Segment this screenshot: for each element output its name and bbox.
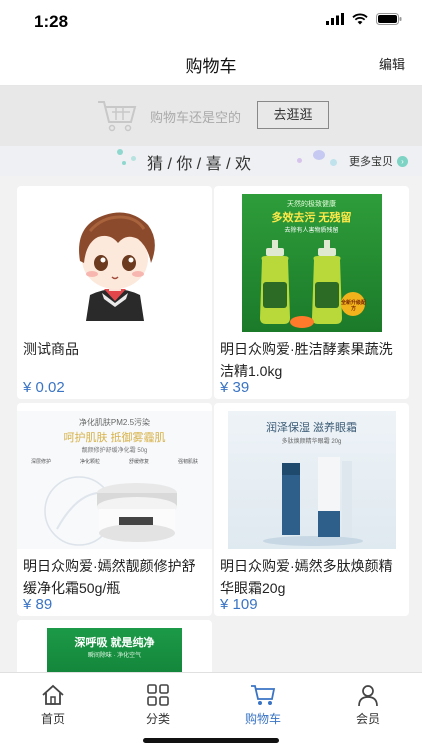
product-card[interactable]: 净化肌肤PM2.5污染 呵护肌肤 抵御雾霾肌 靓颜修护舒缓净化霜 50g 深层修…	[17, 403, 212, 616]
cart-screen: 1:28 购物车 编辑 购物车还是空的 去逛逛 猜 / 你 / 喜 / 欢 更多…	[0, 0, 422, 750]
cart-icon	[251, 685, 276, 705]
tab-category[interactable]: 分类	[123, 683, 193, 727]
decor-dot	[131, 156, 136, 161]
product-card[interactable]: 润泽保湿 滋养眼霜 多肽焕颜精华眼霜 20g 明日众购爱·嫣然多肽焕颜精华眼霜2…	[214, 403, 409, 616]
tab-cart[interactable]: 购物车	[228, 683, 298, 727]
decor-dot	[122, 161, 126, 165]
tab-label: 会员	[355, 712, 380, 726]
product-price: ¥ 39	[220, 379, 250, 396]
product-price: ¥ 0.02	[23, 379, 65, 396]
image-caption: 净化肌肤PM2.5污染	[78, 418, 151, 427]
product-image-eye-cream: 润泽保湿 滋养眼霜 多肽焕颜精华眼霜 20g	[214, 411, 409, 549]
go-shopping-button[interactable]: 去逛逛	[257, 101, 329, 129]
product-name: 明日众购爱·嫣然靓颜修护舒缓净化霜50g/瓶	[23, 558, 196, 596]
product-card[interactable]: 测试商品 ¥ 0.02	[17, 186, 212, 399]
wifi-icon	[352, 13, 368, 25]
product-card[interactable]: 天然的极致健康 多效去污 无残留 去除有人害物质残留 全新升级配方 明日众购爱·…	[214, 186, 409, 399]
product-name: 明日众购爱·嫣然多肽焕颜精华眼霜20g	[220, 558, 393, 596]
signal-icon	[326, 13, 344, 25]
image-tag: 舒缓修复	[128, 459, 149, 465]
battery-icon	[376, 13, 402, 25]
nav-bar: 购物车 编辑	[0, 44, 422, 86]
more-items-link[interactable]: 更多宝贝 ›	[349, 153, 408, 169]
page-title: 购物车	[185, 57, 237, 76]
home-icon	[42, 684, 64, 705]
product-image-green-banner: 深呼吸 就是纯净 瞬间除味 · 净化空气	[17, 628, 212, 672]
product-image-face-cream: 净化肌肤PM2.5污染 呵护肌肤 抵御雾霾肌 靓颜修护舒缓净化霜 50g 深层修…	[17, 411, 212, 549]
image-caption: 深呼吸 就是纯净	[74, 637, 155, 649]
product-price: ¥ 109	[220, 596, 258, 613]
product-image-cartoon-boy	[17, 194, 212, 332]
more-items-label: 更多宝贝	[349, 156, 393, 168]
home-indicator	[143, 738, 279, 743]
product-grid: 测试商品 ¥ 0.02 天然的极致健康 多效去污 无残留 去除有人害物质残留 全…	[0, 176, 422, 672]
image-tag: 深层修护	[31, 459, 52, 465]
cream-jar-graphic	[44, 476, 177, 546]
edit-button[interactable]: 编辑	[379, 54, 405, 73]
image-caption: 润泽保湿 滋养眼霜	[265, 422, 358, 434]
tab-home[interactable]: 首页	[18, 683, 88, 727]
tab-label: 分类	[145, 712, 170, 726]
image-caption: 呵护肌肤 抵御雾霾肌	[63, 432, 166, 444]
image-caption: 靓颜修护舒缓净化霜 50g	[81, 448, 148, 454]
product-card[interactable]: 深呼吸 就是纯净 瞬间除味 · 净化空气	[17, 620, 212, 672]
decor-dot	[297, 158, 302, 163]
image-caption: 瞬间除味 · 净化空气	[87, 653, 142, 659]
recommend-bar: 猜 / 你 / 喜 / 欢 更多宝贝 ›	[0, 146, 422, 176]
tab-label: 购物车	[244, 712, 281, 726]
image-caption: 多效去污 无残留	[271, 212, 352, 224]
recommend-title: 猜 / 你 / 喜 / 欢	[147, 156, 252, 173]
tab-member[interactable]: 会员	[333, 683, 403, 727]
decor-dot	[330, 159, 337, 166]
product-name: 测试商品	[23, 341, 79, 357]
image-badge: 全新升级配方	[340, 300, 366, 312]
empty-cart-message: 购物车还是空的	[150, 110, 242, 125]
cart-outline-icon	[98, 101, 137, 132]
chevron-right-icon: ›	[397, 155, 408, 167]
decor-dot	[313, 150, 325, 160]
user-icon	[358, 685, 378, 707]
eye-cream-graphic	[262, 457, 363, 546]
image-caption: 多肽焕颜精华眼霜 20g	[281, 439, 342, 445]
status-bar: 1:28	[0, 0, 422, 44]
soap-bottles-graphic	[259, 240, 365, 328]
status-icons	[326, 13, 402, 25]
image-tag: 净化颗粒	[79, 459, 100, 465]
image-caption: 去除有人害物质残留	[284, 228, 339, 234]
status-time: 1:28	[34, 12, 69, 31]
image-caption: 天然的极致健康	[287, 201, 336, 208]
product-price: ¥ 89	[23, 596, 53, 613]
product-image-dish-soap: 天然的极致健康 多效去污 无残留 去除有人害物质残留 全新升级配方	[214, 194, 409, 332]
tab-label: 首页	[40, 712, 65, 726]
decor-dot	[117, 149, 123, 155]
grid-icon	[147, 684, 169, 706]
image-tag: 强韧肌肤	[177, 459, 198, 465]
product-name: 明日众购爱·胜洁酵素果蔬洗洁精1.0kg	[220, 341, 393, 379]
empty-cart-banner: 购物车还是空的 去逛逛	[0, 86, 422, 146]
